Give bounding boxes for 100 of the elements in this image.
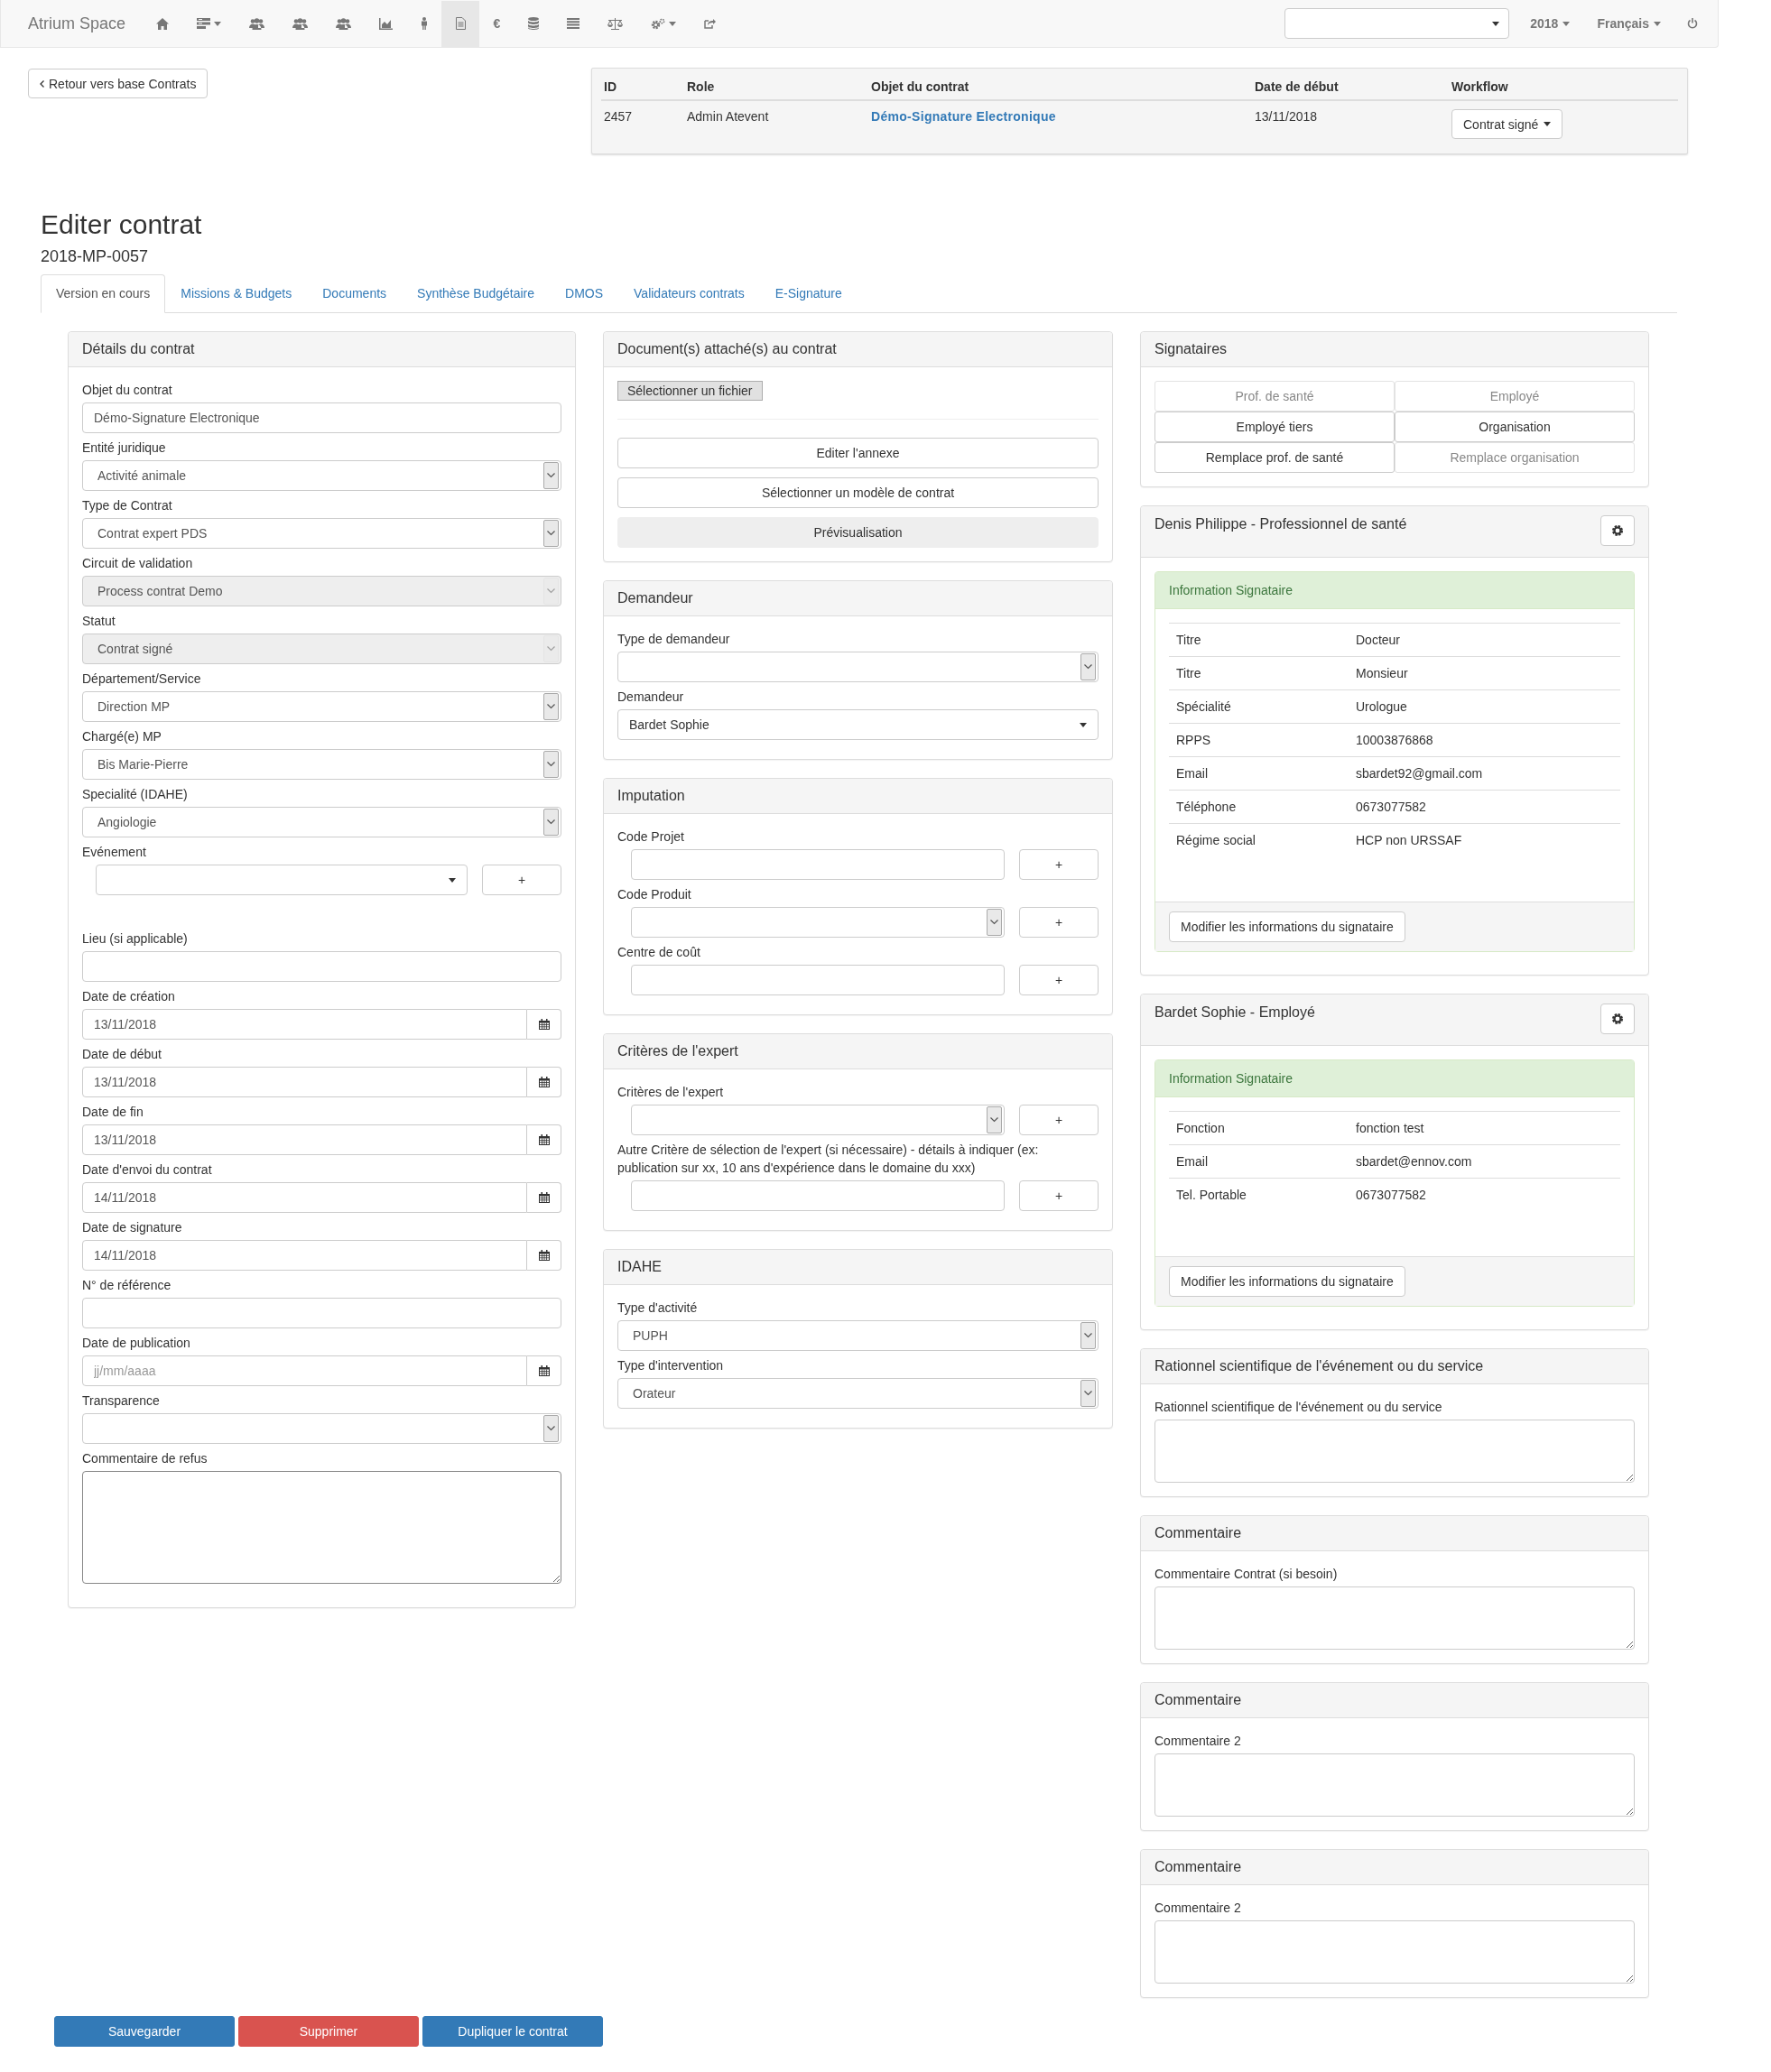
tab[interactable]: Version en cours <box>41 274 166 313</box>
field-label: N° de référence <box>82 1277 172 1294</box>
action-button[interactable]: Dupliquer le contrat <box>422 2016 603 2047</box>
tab[interactable]: Missions & Budgets <box>165 274 308 313</box>
field-label: Département/Service <box>82 671 202 688</box>
select-field[interactable]: Contrat expert PDS <box>82 518 561 549</box>
settings-button[interactable] <box>1600 515 1635 546</box>
chevron-down-icon <box>1080 1322 1096 1349</box>
calendar-button[interactable] <box>527 1182 561 1213</box>
select-field[interactable] <box>631 1105 1005 1135</box>
back-button[interactable]: Retour vers base Contrats <box>28 69 209 98</box>
select-field[interactable]: Bis Marie-Pierre <box>82 749 561 780</box>
action-button[interactable]: Sélectionner un modèle de contrat <box>617 477 1099 508</box>
edit-signatory-button[interactable]: Modifier les informations du signataire <box>1169 911 1405 942</box>
select-field[interactable]: Angiologie <box>82 807 561 837</box>
signatory-type-button[interactable]: Organisation <box>1395 412 1635 442</box>
add-button[interactable]: + <box>1019 965 1099 995</box>
date-field[interactable]: 14/11/2018 <box>82 1182 527 1213</box>
add-button[interactable]: + <box>1019 849 1099 880</box>
chevron-left-icon <box>40 79 44 88</box>
nav-link[interactable] <box>441 0 480 47</box>
delete-button[interactable]: Supprimer <box>238 2016 419 2047</box>
signatory-type-button[interactable]: Employé tiers <box>1154 412 1395 442</box>
calendar-button[interactable] <box>527 1067 561 1097</box>
tab[interactable]: E-Signature <box>759 274 858 313</box>
add-button[interactable]: + <box>482 865 561 895</box>
info-header: Information Signataire <box>1155 1060 1634 1097</box>
field-label: Date de signature <box>82 1219 183 1236</box>
column-header: Date de début <box>1252 76 1449 100</box>
dropdown-field[interactable] <box>96 865 468 895</box>
field-label: Specialité (IDAHE) <box>82 786 189 803</box>
column-header: Role <box>684 76 868 100</box>
settings-button[interactable] <box>1600 1004 1635 1034</box>
year-dropdown[interactable]: 2018 <box>1516 16 1584 31</box>
search-select[interactable] <box>1284 8 1510 39</box>
calendar-button[interactable] <box>527 1009 561 1040</box>
text-field[interactable] <box>631 965 1005 995</box>
power-icon <box>1687 18 1698 29</box>
brand-name[interactable]: Atrium Space <box>1 14 143 33</box>
select-field[interactable] <box>82 1413 561 1444</box>
date-field[interactable]: 14/11/2018 <box>82 1240 527 1271</box>
info-header: Information Signataire <box>1155 572 1634 609</box>
select-field[interactable]: Direction MP <box>82 691 561 722</box>
text-field[interactable] <box>631 1180 1005 1211</box>
nav-link[interactable]: € <box>479 0 515 47</box>
date-field[interactable]: 13/11/2018 <box>82 1124 527 1155</box>
text-field[interactable] <box>82 1298 561 1328</box>
field-label: Critères de l'expert <box>617 1084 725 1101</box>
textarea-field[interactable] <box>82 1471 561 1584</box>
add-button[interactable]: + <box>1019 1105 1099 1135</box>
select-field[interactable]: Orateur <box>617 1378 1099 1409</box>
field-label: Type de Contrat <box>82 497 173 514</box>
chevron-down-icon <box>987 909 1002 936</box>
add-button[interactable]: + <box>1019 907 1099 938</box>
chevron-down-icon <box>543 693 559 720</box>
text-field[interactable] <box>631 849 1005 880</box>
chevron-down-icon <box>543 520 559 547</box>
select-field[interactable] <box>617 652 1099 682</box>
textarea-field[interactable] <box>1154 1420 1635 1483</box>
field-label: Objet du contrat <box>82 382 173 399</box>
tab[interactable]: Synthèse Budgétaire <box>402 274 551 313</box>
file-button[interactable]: Sélectionner un fichier <box>617 381 763 401</box>
textarea-field[interactable] <box>1154 1586 1635 1650</box>
date-field[interactable]: jj/mm/aaaa <box>82 1355 527 1386</box>
caret-icon <box>213 21 221 26</box>
calendar-button[interactable] <box>527 1240 561 1271</box>
text-field[interactable]: Démo-Signature Electronique <box>82 402 561 433</box>
date-field[interactable]: 13/11/2018 <box>82 1009 527 1040</box>
info-value: fonction test <box>1356 1121 1424 1135</box>
edit-signatory-button[interactable]: Modifier les informations du signataire <box>1169 1266 1405 1297</box>
caret-icon <box>1544 122 1552 126</box>
textarea-field[interactable] <box>1154 1753 1635 1817</box>
select-field[interactable]: Activité animale <box>82 460 561 491</box>
language-dropdown[interactable]: Français <box>1583 16 1674 31</box>
field-label: Chargé(e) MP <box>82 728 162 745</box>
workflow-dropdown[interactable]: Contrat signé <box>1451 109 1563 139</box>
signatory-type-button[interactable]: Remplace prof. de santé <box>1154 442 1395 473</box>
panel-title: Détails du contrat <box>69 332 575 367</box>
contract-link[interactable]: Démo-Signature Electronique <box>871 109 1056 124</box>
chevron-down-icon <box>1080 653 1096 680</box>
table-cell: 13/11/2018 <box>1255 109 1318 124</box>
tab[interactable]: Validateurs contrats <box>618 274 760 313</box>
database-icon <box>528 17 540 30</box>
calendar-button[interactable] <box>527 1355 561 1386</box>
action-button[interactable]: Sauvegarder <box>54 2016 235 2047</box>
gear-icon <box>1611 1013 1624 1025</box>
textarea-field[interactable] <box>1154 1920 1635 1984</box>
chevron-down-icon <box>543 635 559 662</box>
tab[interactable]: Documents <box>307 274 403 313</box>
info-label: Tel. Portable <box>1176 1188 1247 1202</box>
dropdown-field[interactable]: Bardet Sophie <box>617 709 1099 740</box>
add-button[interactable]: + <box>1019 1180 1099 1211</box>
select-field[interactable]: PUPH <box>617 1320 1099 1351</box>
action-button[interactable]: Editer l'annexe <box>617 438 1099 468</box>
tab[interactable]: DMOS <box>550 274 619 313</box>
select-field[interactable] <box>631 907 1005 938</box>
text-field[interactable] <box>82 951 561 982</box>
calendar-button[interactable] <box>527 1124 561 1155</box>
info-value: Monsieur <box>1356 666 1408 680</box>
date-field[interactable]: 13/11/2018 <box>82 1067 527 1097</box>
